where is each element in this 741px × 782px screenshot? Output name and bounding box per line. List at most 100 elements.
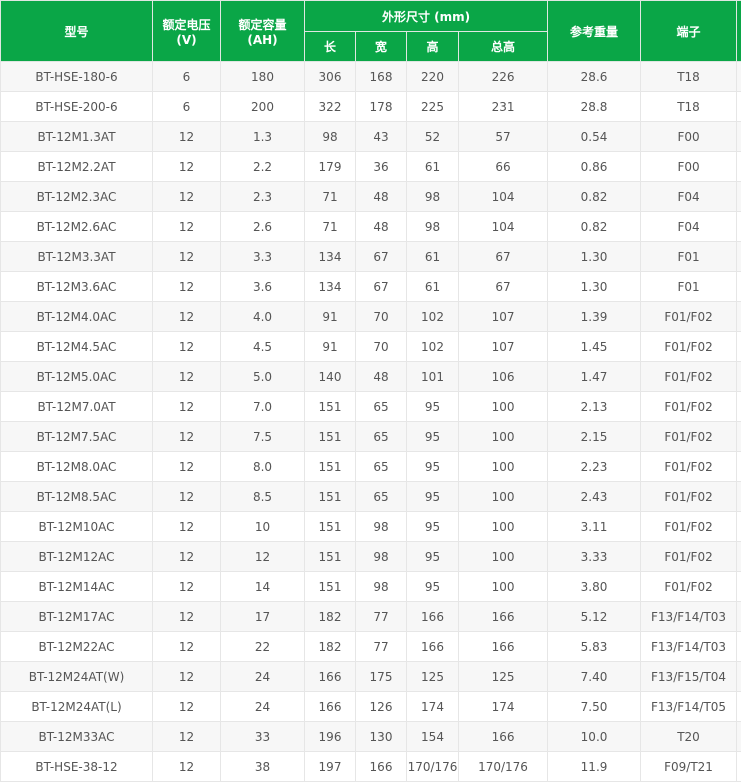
cell-capacity: 2.2	[221, 152, 305, 182]
cell-voltage: 12	[153, 422, 221, 452]
table-row: BT-12M3.6AC123.61346761671.30F01	[1, 272, 741, 302]
cell-total-height: 166	[459, 632, 548, 662]
table-row: BT-12M7.0AT127.015165951002.13F01/F02	[1, 392, 741, 422]
cell-extra	[737, 242, 741, 272]
cell-extra	[737, 212, 741, 242]
cell-total-height: 231	[459, 92, 548, 122]
cell-weight: 0.82	[548, 212, 641, 242]
cell-weight: 3.33	[548, 542, 641, 572]
cell-length: 71	[305, 182, 356, 212]
cell-weight: 0.82	[548, 182, 641, 212]
cell-terminal: F01/F02	[641, 332, 737, 362]
cell-weight: 1.30	[548, 272, 641, 302]
cell-length: 166	[305, 662, 356, 692]
cell-terminal: T18	[641, 62, 737, 92]
cell-terminal: F04	[641, 212, 737, 242]
cell-width: 166	[356, 752, 407, 782]
cell-capacity: 5.0	[221, 362, 305, 392]
cell-width: 67	[356, 242, 407, 272]
cell-extra	[737, 332, 741, 362]
cell-extra	[737, 92, 741, 122]
cell-extra	[737, 482, 741, 512]
cell-width: 70	[356, 302, 407, 332]
cell-length: 91	[305, 302, 356, 332]
cell-voltage: 12	[153, 362, 221, 392]
cell-terminal: F01/F02	[641, 422, 737, 452]
cell-voltage: 12	[153, 212, 221, 242]
cell-total-height: 107	[459, 302, 548, 332]
cell-weight: 5.83	[548, 632, 641, 662]
cell-height: 61	[407, 272, 459, 302]
table-row: BT-12M5.0AC125.0140481011061.47F01/F02	[1, 362, 741, 392]
cell-total-height: 104	[459, 182, 548, 212]
cell-capacity: 24	[221, 662, 305, 692]
cell-voltage: 12	[153, 602, 221, 632]
cell-length: 179	[305, 152, 356, 182]
cell-terminal: F01	[641, 272, 737, 302]
header-width: 宽	[356, 32, 407, 62]
cell-total-height: 66	[459, 152, 548, 182]
table-row: BT-12M14AC121415198951003.80F01/F02	[1, 572, 741, 602]
cell-voltage: 6	[153, 92, 221, 122]
header-voltage: 额定电压 (V)	[153, 1, 221, 62]
cell-extra	[737, 392, 741, 422]
cell-model: BT-12M4.0AC	[1, 302, 153, 332]
cell-length: 182	[305, 632, 356, 662]
cell-height: 95	[407, 572, 459, 602]
cell-terminal: F01/F02	[641, 542, 737, 572]
table-row: BT-12M8.0AC128.015165951002.23F01/F02	[1, 452, 741, 482]
cell-terminal: F01/F02	[641, 482, 737, 512]
cell-model: BT-12M5.0AC	[1, 362, 153, 392]
cell-height: 166	[407, 602, 459, 632]
cell-terminal: F00	[641, 122, 737, 152]
cell-extra	[737, 602, 741, 632]
cell-length: 306	[305, 62, 356, 92]
cell-capacity: 200	[221, 92, 305, 122]
cell-weight: 28.8	[548, 92, 641, 122]
cell-extra	[737, 572, 741, 602]
table-row: BT-12M22AC1222182771661665.83F13/F14/T03	[1, 632, 741, 662]
cell-voltage: 12	[153, 632, 221, 662]
cell-total-height: 100	[459, 482, 548, 512]
cell-model: BT-12M14AC	[1, 572, 153, 602]
cell-length: 151	[305, 392, 356, 422]
cell-width: 175	[356, 662, 407, 692]
cell-weight: 5.12	[548, 602, 641, 632]
cell-length: 196	[305, 722, 356, 752]
cell-width: 67	[356, 272, 407, 302]
cell-total-height: 67	[459, 242, 548, 272]
cell-capacity: 180	[221, 62, 305, 92]
cell-width: 48	[356, 212, 407, 242]
cell-height: 102	[407, 302, 459, 332]
cell-capacity: 22	[221, 632, 305, 662]
cell-capacity: 14	[221, 572, 305, 602]
cell-total-height: 166	[459, 602, 548, 632]
table-row: BT-12M4.0AC124.091701021071.39F01/F02	[1, 302, 741, 332]
cell-capacity: 2.3	[221, 182, 305, 212]
cell-height: 166	[407, 632, 459, 662]
header-length: 长	[305, 32, 356, 62]
cell-terminal: F01/F02	[641, 362, 737, 392]
cell-length: 151	[305, 512, 356, 542]
cell-total-height: 226	[459, 62, 548, 92]
cell-length: 91	[305, 332, 356, 362]
cell-total-height: 166	[459, 722, 548, 752]
cell-extra	[737, 362, 741, 392]
cell-weight: 3.11	[548, 512, 641, 542]
cell-length: 98	[305, 122, 356, 152]
cell-model: BT-12M4.5AC	[1, 332, 153, 362]
table-row: BT-12M17AC1217182771661665.12F13/F14/T03	[1, 602, 741, 632]
cell-weight: 2.23	[548, 452, 641, 482]
cell-model: BT-HSE-200-6	[1, 92, 153, 122]
cell-model: BT-12M12AC	[1, 542, 153, 572]
cell-height: 101	[407, 362, 459, 392]
cell-width: 48	[356, 182, 407, 212]
cell-terminal: F00	[641, 152, 737, 182]
cell-terminal: T18	[641, 92, 737, 122]
cell-extra	[737, 422, 741, 452]
cell-capacity: 1.3	[221, 122, 305, 152]
cell-capacity: 3.6	[221, 272, 305, 302]
table-row: BT-12M7.5AC127.515165951002.15F01/F02	[1, 422, 741, 452]
cell-extra	[737, 182, 741, 212]
cell-model: BT-12M22AC	[1, 632, 153, 662]
